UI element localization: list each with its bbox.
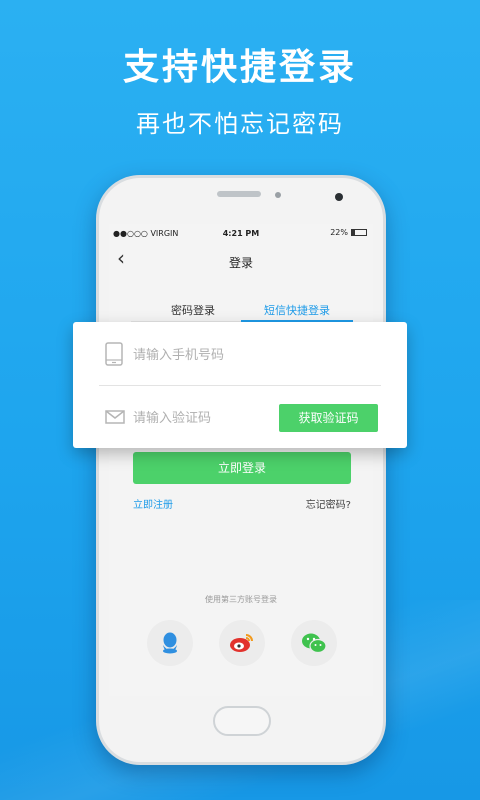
login-button[interactable]: 立即登录 [133,452,351,484]
phone-icon [105,342,123,366]
phone-screen: ●●○○○ VIRGIN 4:21 PM 22% ‹ 登录 密码登录 短信快捷登… [109,224,373,696]
weibo-login-button[interactable] [219,620,265,666]
phone-sensor [275,192,281,198]
field-divider [99,385,381,386]
wechat-login-button[interactable] [291,620,337,666]
tab-sms-login[interactable]: 短信快捷登录 [264,302,330,318]
promo-headline: 支持快捷登录 [122,47,357,88]
third-party-label: 使用第三方账号登录 [205,595,277,604]
forgot-password-link[interactable]: 忘记密码? [306,496,351,511]
home-button [213,706,271,736]
promo-subline: 再也不怕忘记密码 [136,110,344,138]
login-tabs: 密码登录 短信快捷登录 [131,296,353,322]
phone-speaker [217,191,261,197]
sms-login-card: 获取验证码 [73,322,407,448]
tab-password-login[interactable]: 密码登录 [171,302,215,318]
status-bar: ●●○○○ VIRGIN 4:21 PM 22% [109,224,373,242]
page-title: 登录 [228,256,253,270]
nav-bar: ‹ 登录 [109,242,373,278]
verification-code-input[interactable] [133,405,273,431]
battery-indicator: 22% [330,228,367,237]
mail-icon [105,410,125,424]
phone-mockup: ●●○○○ VIRGIN 4:21 PM 22% ‹ 登录 密码登录 短信快捷登… [96,175,386,765]
qq-login-button[interactable] [147,620,193,666]
get-code-button[interactable]: 获取验证码 [279,404,378,432]
battery-icon [351,229,367,236]
weibo-icon [230,634,253,652]
register-link[interactable]: 立即注册 [133,496,173,511]
phone-camera [335,193,343,201]
qq-icon [163,632,177,654]
wechat-icon [302,633,327,654]
battery-percent: 22% [330,228,348,237]
phone-number-input[interactable] [133,342,353,368]
